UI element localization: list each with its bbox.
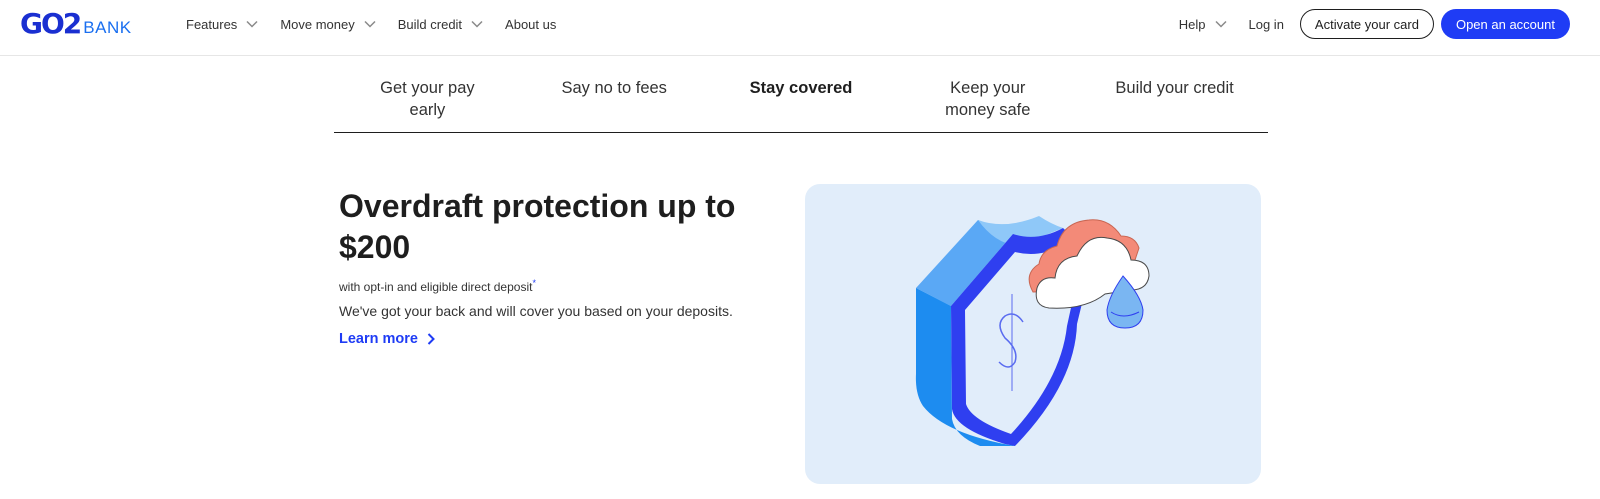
main-nav: Features Move money Build credit About u…: [186, 0, 578, 48]
chevron-down-icon: [471, 20, 483, 28]
chevron-down-icon: [246, 20, 258, 28]
nav-item-label: Features: [186, 16, 238, 32]
tab-say-no-to-fees[interactable]: Say no to fees: [521, 77, 708, 132]
site-header: GO2 BANK Features Move money Build credi…: [0, 0, 1600, 56]
shield-cloud-icon: [915, 216, 1150, 446]
nav-item-label: Move money: [280, 16, 355, 32]
feature-heading: Overdraft protection up to $200: [339, 188, 736, 265]
nav-item-label: About us: [505, 16, 557, 32]
login-link[interactable]: Log in: [1249, 17, 1284, 32]
feature-tabs: Get your pay early Say no to fees Stay c…: [334, 77, 1268, 133]
footnote-mark[interactable]: *: [532, 278, 536, 288]
tab-build-your-credit[interactable]: Build your credit: [1081, 77, 1268, 132]
feature-description: We've got your back and will cover you b…: [339, 303, 733, 319]
activate-card-button[interactable]: Activate your card: [1299, 9, 1434, 39]
help-label: Help: [1178, 16, 1206, 32]
feature-content: Overdraft protection up to $200 with opt…: [339, 186, 779, 348]
learn-more-link[interactable]: Learn more: [339, 331, 435, 347]
help-menu[interactable]: Help: [1179, 17, 1227, 32]
nav-item-label: Build credit: [397, 16, 463, 32]
tab-stay-covered[interactable]: Stay covered: [708, 77, 895, 132]
nav-item-about-us[interactable]: About us: [505, 17, 556, 32]
chevron-down-icon: [364, 20, 376, 28]
nav-item-features[interactable]: Features: [186, 17, 258, 32]
chevron-down-icon: [1214, 20, 1227, 28]
feature-subtext: with opt-in and eligible direct deposit*: [339, 278, 779, 294]
open-account-button[interactable]: Open an account: [1440, 9, 1570, 39]
tab-keep-your-money-safe[interactable]: Keep your money safe: [894, 77, 1081, 132]
nav-item-move-money[interactable]: Move money: [280, 16, 376, 32]
subtext-label: with opt-in and eligible direct deposit: [339, 280, 533, 294]
go2bank-logo[interactable]: GO2 BANK: [20, 9, 132, 39]
nav-item-build-credit[interactable]: Build credit: [398, 17, 483, 32]
illustration-card: [805, 184, 1261, 484]
tab-get-your-pay-early[interactable]: Get your pay early: [334, 77, 521, 132]
chevron-right-icon: [427, 333, 435, 345]
header-actions: Help Log in Activate your card Open an a…: [1179, 8, 1570, 40]
learn-more-label: Learn more: [339, 331, 418, 347]
logo-wordmark: GO2: [20, 7, 82, 40]
logo-bank-text: BANK: [83, 18, 132, 37]
